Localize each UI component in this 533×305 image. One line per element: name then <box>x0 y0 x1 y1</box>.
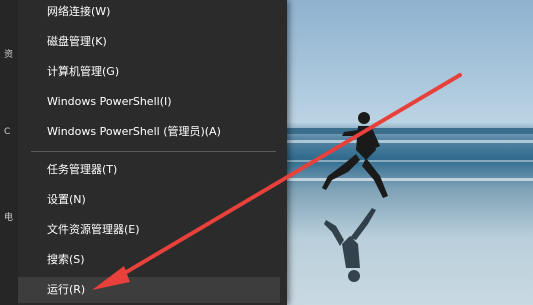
annotation-arrow-icon <box>92 73 462 290</box>
